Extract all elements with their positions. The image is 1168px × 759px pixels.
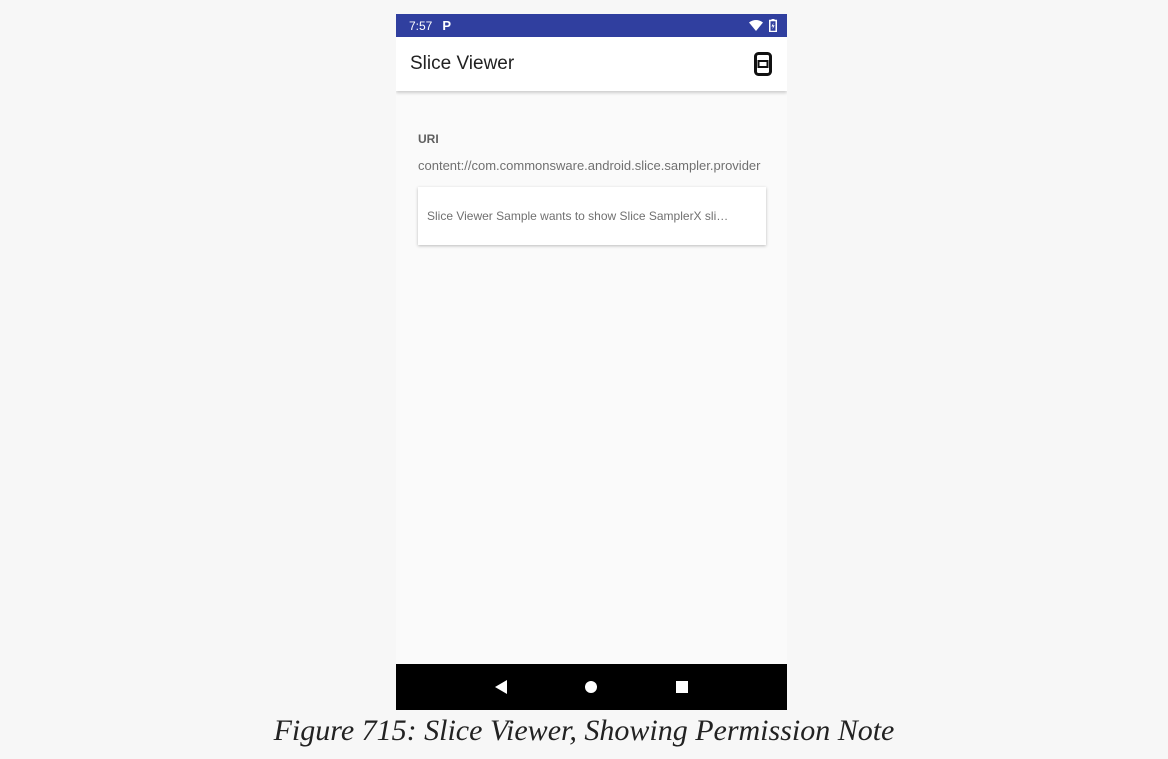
status-icons (749, 19, 777, 32)
wifi-icon (749, 20, 763, 31)
recents-icon (675, 681, 688, 693)
back-icon (495, 680, 508, 694)
recents-button[interactable] (662, 667, 702, 707)
uri-label: URI (418, 132, 439, 146)
phone-frame-icon (754, 52, 772, 76)
slice-permission-card[interactable]: Slice Viewer Sample wants to show Slice … (418, 187, 766, 245)
slice-permission-message: Slice Viewer Sample wants to show Slice … (427, 209, 729, 223)
app-title: Slice Viewer (410, 53, 515, 74)
figure-caption: Figure 715: Slice Viewer, Showing Permis… (273, 714, 895, 747)
home-button[interactable] (571, 667, 611, 707)
notification-icon: P (442, 18, 452, 33)
home-icon (585, 681, 598, 693)
back-button[interactable] (481, 667, 521, 707)
navigation-bar (396, 664, 787, 710)
phone-frame-button[interactable] (751, 52, 775, 76)
app-bar: Slice Viewer (396, 37, 787, 91)
phone-screen: 7:57 P Slice Viewer URI content://com.co… (396, 14, 787, 710)
main-content: URI content://com.commonsware.android.sl… (396, 91, 787, 245)
status-time: 7:57 (409, 18, 433, 33)
page: 7:57 P Slice Viewer URI content://com.co… (0, 0, 1168, 759)
status-bar: 7:57 P (396, 14, 787, 37)
battery-charging-icon (769, 19, 777, 32)
uri-value[interactable]: content://com.commonsware.android.slice.… (418, 158, 787, 173)
